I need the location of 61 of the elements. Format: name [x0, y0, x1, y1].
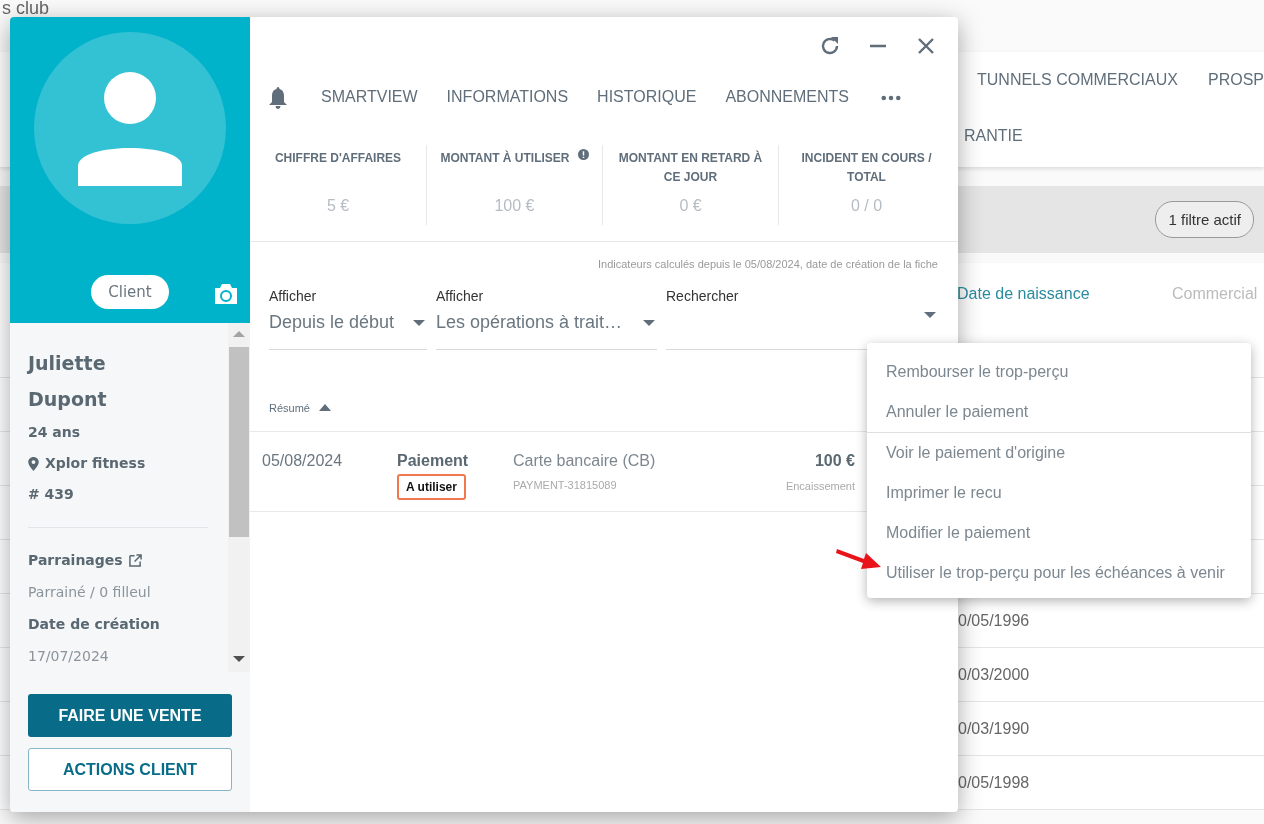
caret-icon[interactable] — [924, 312, 936, 318]
actions-button[interactable]: ACTIONS CLIENT — [28, 748, 232, 791]
table-cell: 0/05/1998 — [958, 773, 1030, 792]
tab[interactable]: ABONNEMENTS — [725, 78, 849, 118]
indicators-note: Indicateurs calculés depuis le 05/08/2024, date de création de la fiche — [597, 257, 939, 272]
client-last-name: Dupont — [28, 387, 108, 412]
table-cell: 0/05/1996 — [958, 611, 1030, 630]
indicator-value: 5 € — [326, 197, 350, 215]
scrollbar[interactable] — [228, 323, 250, 672]
indicator-label: CHIFFRE D'AFFAIRES — [274, 150, 402, 167]
operation-date: 05/08/2024 — [262, 452, 344, 470]
indicator-label: MONTANT À UTILISER — [440, 149, 570, 167]
caret-icon[interactable] — [413, 319, 425, 326]
bell-icon[interactable] — [268, 86, 288, 110]
tab[interactable]: HISTORIQUE — [597, 78, 697, 118]
status-tag: A utiliser — [397, 474, 466, 500]
menu-item[interactable]: Annuler le paiement — [867, 392, 1251, 432]
caret-icon[interactable] — [643, 319, 655, 326]
more-icon[interactable] — [880, 95, 901, 101]
nav-item[interactable]: PROSP — [1208, 71, 1264, 89]
column-header[interactable]: Date de naissance — [957, 284, 1172, 303]
payment-method: Carte bancaire (CB) — [513, 452, 657, 470]
sponsorship-value: Parrainé / 0 filleul — [28, 583, 152, 602]
client-location: Xplor fitness — [45, 454, 146, 473]
filter-select[interactable]: Afficher Les opérations à trait… — [436, 286, 657, 350]
menu-item[interactable]: Utiliser le trop-perçu pour les échéances à venir — [867, 553, 1251, 593]
operation-type: Paiement — [397, 452, 469, 470]
filter-button[interactable]: 1 filtre actif — [1155, 201, 1254, 238]
tab[interactable]: SMARTVIEW — [321, 78, 418, 118]
payment-reference: PAYMENT-31815089 — [513, 479, 618, 491]
client-number: # 439 — [28, 485, 75, 504]
table-cell: 0/03/1990 — [958, 719, 1030, 738]
client-age: 24 ans — [28, 423, 82, 442]
camera-icon[interactable] — [213, 282, 239, 306]
client-first-name: Juliette — [28, 351, 107, 376]
avatar-icon — [34, 32, 226, 224]
table-cell: 0/03/2000 — [958, 665, 1030, 684]
nav-item[interactable]: RANTIE — [964, 127, 1023, 145]
indicator-label: INCIDENT EN COURS / TOTAL — [800, 150, 933, 186]
indicator-label: MONTANT EN RETARD À CE JOUR — [617, 149, 764, 186]
filter-select[interactable]: Afficher Depuis le début — [269, 286, 427, 350]
menu-item[interactable]: Rembourser le trop-perçu — [867, 352, 1251, 392]
nav-item[interactable]: TUNNELS COMMERCIAUX — [977, 71, 1208, 89]
indicator-value: 0 / 0 — [850, 197, 883, 215]
sponsorship-label: Parrainages — [28, 551, 123, 570]
tab[interactable]: INFORMATIONS — [446, 78, 569, 118]
location-pin-icon — [28, 456, 39, 471]
operation-status: Encaissement — [785, 480, 855, 492]
creation-date: 17/07/2024 — [28, 647, 110, 666]
info-icon[interactable] — [577, 149, 589, 160]
sale-button[interactable]: FAIRE UNE VENTE — [28, 694, 232, 737]
operation-amount: 100 € — [814, 452, 855, 470]
menu-item[interactable]: Modifier le paiement — [867, 513, 1251, 553]
external-link-icon[interactable] — [128, 554, 142, 567]
column-header[interactable]: Résumé — [269, 401, 310, 414]
indicator-value: 0 € — [679, 197, 702, 215]
sort-up-icon[interactable] — [318, 404, 331, 411]
client-badge: Client — [91, 275, 169, 309]
creation-date-label: Date de création — [28, 615, 161, 634]
page-title: s club — [2, 0, 51, 17]
indicator-value: 100 € — [494, 197, 535, 215]
